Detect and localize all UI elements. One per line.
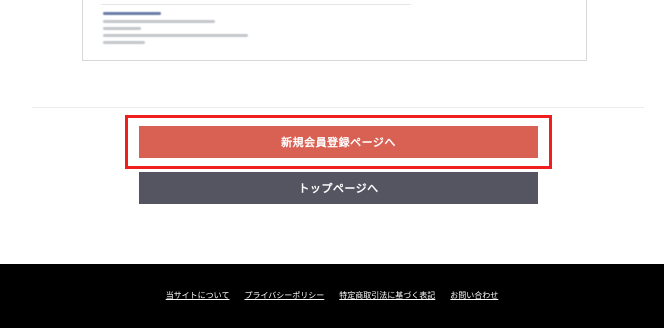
footer-link-contact[interactable]: お問い合わせ [450,290,498,301]
top-page-button[interactable]: トップページへ [139,172,538,204]
footer-links: 当サイトについて プライバシーポリシー 特定商取引法に基づく表記 お問い合わせ [0,290,664,301]
section-divider [32,107,644,108]
blurred-brand-text [103,12,161,15]
blurred-content-card [82,0,587,61]
register-page-button-label: 新規会員登録ページへ [281,136,396,149]
footer-link-privacy[interactable]: プライバシーポリシー [244,290,324,301]
top-page-button-label: トップページへ [298,182,379,195]
card-divider [101,4,411,5]
blurred-text-line [103,34,248,37]
blurred-text-line [103,41,145,44]
blurred-text-line [103,20,215,23]
footer-link-commerce-law[interactable]: 特定商取引法に基づく表記 [339,290,435,301]
footer-link-about[interactable]: 当サイトについて [166,290,230,301]
site-footer: 当サイトについて プライバシーポリシー 特定商取引法に基づく表記 お問い合わせ [0,264,664,328]
blurred-text-line [103,27,141,30]
register-page-button[interactable]: 新規会員登録ページへ [139,126,538,158]
